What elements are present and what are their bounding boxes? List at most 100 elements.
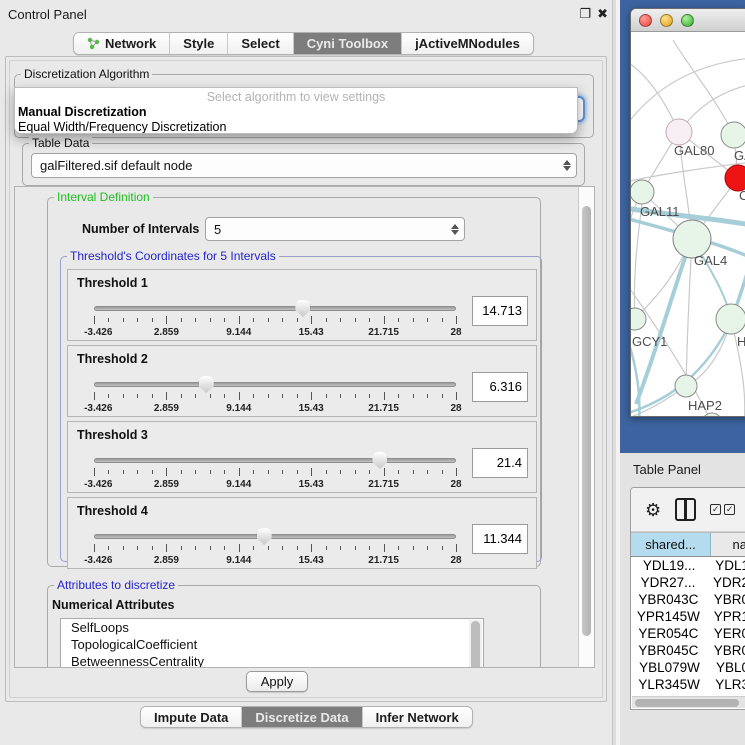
table-row[interactable]: YBR043CYBR0 <box>631 592 745 609</box>
tab-jactivemnodules[interactable]: jActiveMNodules <box>402 33 533 54</box>
threshold-slider[interactable]: -3.4262.8599.14415.4321.71528 <box>94 300 456 338</box>
network-node-gal80[interactable] <box>666 119 692 145</box>
attributes-group: Attributes to discretize Numerical Attri… <box>47 585 541 668</box>
settings-scroll-viewport: Interval Definition Number of Intervals … <box>14 186 595 668</box>
table-row[interactable]: YBL079WYBL0 <box>631 660 745 677</box>
tab-impute-data[interactable]: Impute Data <box>141 707 242 727</box>
table-rows: YDL19...YDL1YDR27...YDR2YBR043CYBR0YPR14… <box>631 558 745 696</box>
network-node-hap2[interactable] <box>675 375 697 397</box>
network-node-label: GCY1 <box>632 334 667 349</box>
cell-shared-name: YBL079W <box>631 660 708 677</box>
threshold-slider[interactable]: -3.4262.8599.14415.4321.71528 <box>94 376 456 414</box>
float-window-icon[interactable]: ❐ <box>579 6 591 22</box>
minimize-traffic-light-icon[interactable] <box>660 14 673 27</box>
spinner-stepper-icon <box>446 224 464 235</box>
slider-thumb[interactable] <box>199 376 214 393</box>
select-columns-icons[interactable]: ✓ ✓ <box>710 504 735 515</box>
attribute-list-item[interactable]: SelfLoops <box>61 619 483 636</box>
close-window-icon[interactable]: ✖ <box>597 6 608 22</box>
slider-track <box>94 382 456 387</box>
network-node-label: HAP2 <box>688 398 722 413</box>
network-edge[interactable] <box>631 58 745 127</box>
tab-select[interactable]: Select <box>228 33 293 54</box>
threshold-value-field[interactable]: 11.344 <box>472 524 528 554</box>
numerical-attributes-label: Numerical Attributes <box>52 598 174 612</box>
slider-thumb[interactable] <box>257 528 272 545</box>
table-row[interactable]: YPR145WYPR1 <box>631 609 745 626</box>
threshold-slider[interactable]: -3.4262.8599.14415.4321.71528 <box>94 452 456 490</box>
dropdown-item-manual-discretization[interactable]: Manual Discretization <box>15 105 577 120</box>
checkbox-icon[interactable]: ✓ <box>710 504 721 515</box>
threshold-slider[interactable]: -3.4262.8599.14415.4321.71528 <box>94 528 456 566</box>
attributes-list-scrollbar[interactable] <box>469 620 482 668</box>
cell-name: YDR2 <box>705 575 745 592</box>
panel-splitter[interactable] <box>612 0 620 745</box>
slider-track <box>94 306 456 311</box>
table-row[interactable]: YER054CYER0 <box>631 626 745 643</box>
tab-label: Network <box>105 36 156 51</box>
zoom-traffic-light-icon[interactable] <box>681 14 694 27</box>
interval-definition-group: Interval Definition Number of Intervals … <box>47 197 541 567</box>
dropdown-placeholder-item[interactable]: Select algorithm to view settings <box>15 88 577 105</box>
network-node-gcy1[interactable] <box>631 308 646 330</box>
table-header-row: shared... na <box>631 532 745 557</box>
cell-name: YBL0 <box>708 660 745 677</box>
number-of-intervals-label: Number of Intervals <box>82 222 199 236</box>
threshold-panel: Threshold 4 -3.4262.8599.14415.4321.71528… <box>67 497 537 569</box>
threshold-value-field[interactable]: 14.713 <box>472 296 528 326</box>
checkbox-icon[interactable]: ✓ <box>724 504 735 515</box>
close-traffic-light-icon[interactable] <box>639 14 652 27</box>
settings-vertical-scrollbar[interactable] <box>578 187 594 667</box>
table-data-group-title: Table Data <box>29 136 92 150</box>
network-edge[interactable] <box>686 239 692 386</box>
network-canvas[interactable]: GAL80GACGAL11GAL4GCY1HHAP2 <box>631 32 745 417</box>
dropdown-item-equal-width-frequency[interactable]: Equal Width/Frequency Discretization <box>15 120 577 134</box>
tab-label: jActiveMNodules <box>415 36 520 51</box>
table-row[interactable]: YDL19...YDL1 <box>631 558 745 575</box>
thresholds-group-title: Threshold's Coordinates for 5 Intervals <box>67 249 279 263</box>
column-header-shared-name[interactable]: shared... <box>631 533 711 556</box>
network-node-h[interactable] <box>716 304 745 334</box>
numerical-attributes-list[interactable]: SelfLoopsTopologicalCoefficientBetweenne… <box>60 618 484 668</box>
tab-style[interactable]: Style <box>170 33 228 54</box>
network-window-titlebar[interactable] <box>631 9 745 32</box>
attribute-list-item[interactable]: TopologicalCoefficient <box>61 636 483 653</box>
cell-name: YBR0 <box>706 643 745 660</box>
threshold-value-field[interactable]: 6.316 <box>472 372 528 402</box>
table-panel-title: Table Panel <box>633 462 701 477</box>
slider-track <box>94 458 456 463</box>
columns-icon[interactable] <box>675 498 696 521</box>
network-node-ga[interactable] <box>721 122 745 148</box>
tab-discretize-data[interactable]: Discretize Data <box>242 707 362 727</box>
table-data-combobox[interactable]: galFiltered.sif default node <box>31 153 577 178</box>
attribute-list-item[interactable]: BetweennessCentrality <box>61 653 483 668</box>
tab-network[interactable]: Network <box>74 33 170 54</box>
cell-name: YER0 <box>706 626 745 643</box>
threshold-label: Threshold 4 <box>77 504 148 518</box>
table-row[interactable]: YDR27...YDR2 <box>631 575 745 592</box>
threshold-label: Threshold 1 <box>77 276 148 290</box>
threshold-value-field[interactable]: 21.4 <box>472 448 528 478</box>
network-node-gal11[interactable] <box>631 180 654 204</box>
threshold-label: Threshold 3 <box>77 428 148 442</box>
network-node-label: GAL4 <box>694 253 727 268</box>
table-panel: Table Panel ⚙ ✓ ✓ shared... na YDL19...Y… <box>620 453 745 745</box>
cell-shared-name: YDL19... <box>631 558 707 575</box>
column-header-name[interactable]: na <box>711 533 745 556</box>
network-node[interactable] <box>702 413 722 417</box>
slider-thumb[interactable] <box>295 300 310 317</box>
table-row[interactable]: YBR045CYBR0 <box>631 643 745 660</box>
table-row[interactable]: YLR345WYLR3 <box>631 677 745 694</box>
apply-button[interactable]: Apply <box>246 671 308 692</box>
cell-shared-name: YPR145W <box>631 609 706 626</box>
tab-infer-network[interactable]: Infer Network <box>363 707 472 727</box>
table-horizontal-scrollbar[interactable] <box>632 696 745 708</box>
interval-definition-title: Interval Definition <box>54 190 153 204</box>
tab-label: Style <box>183 36 214 51</box>
discretization-algorithm-group-title: Discretization Algorithm <box>21 67 152 81</box>
tab-cyni-toolbox[interactable]: Cyni Toolbox <box>294 33 402 54</box>
number-of-intervals-spinner[interactable]: 5 <box>205 217 465 241</box>
slider-thumb[interactable] <box>372 452 387 469</box>
gear-icon[interactable]: ⚙ <box>645 501 661 519</box>
network-node-label: GAL80 <box>674 143 714 158</box>
